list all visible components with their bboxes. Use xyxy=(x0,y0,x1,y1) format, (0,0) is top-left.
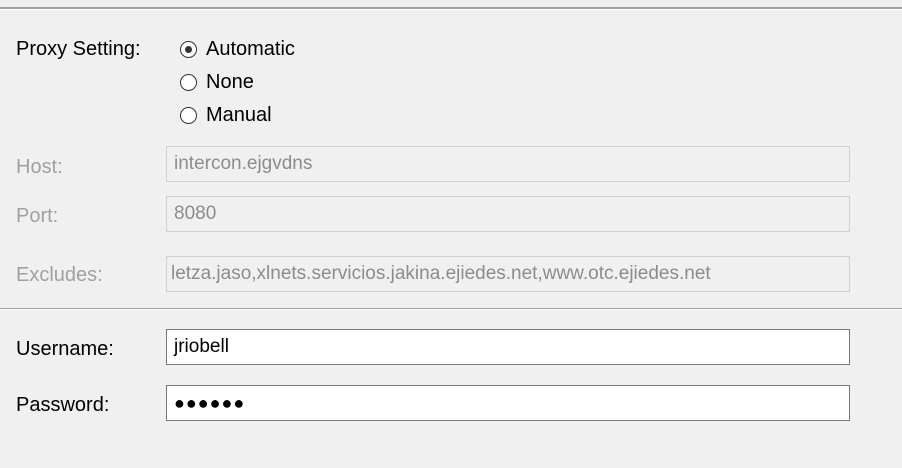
radio-automatic-label: Automatic xyxy=(206,38,295,60)
username-label: Username: xyxy=(16,338,114,360)
radio-none-label: None xyxy=(206,71,254,93)
excludes-label: Excludes: xyxy=(16,264,103,286)
top-separator xyxy=(0,7,902,10)
credentials-separator xyxy=(0,308,902,310)
radio-automatic-circle[interactable] xyxy=(180,41,197,58)
proxy-setting-label: Proxy Setting: xyxy=(16,38,141,60)
password-field[interactable]: ●●●●●● xyxy=(166,385,850,421)
radio-automatic[interactable]: Automatic xyxy=(180,38,295,61)
host-label: Host: xyxy=(16,156,63,178)
password-label: Password: xyxy=(16,394,110,416)
username-field[interactable]: jriobell xyxy=(166,329,850,365)
radio-none[interactable]: None xyxy=(180,71,254,94)
radio-manual-label: Manual xyxy=(206,104,272,126)
radio-manual[interactable]: Manual xyxy=(180,104,272,127)
excludes-field[interactable]: letza.jaso,xlnets.servicios.jakina.ejied… xyxy=(166,256,850,292)
host-field[interactable]: intercon.ejgvdns xyxy=(166,146,850,182)
port-label: Port: xyxy=(16,205,59,227)
radio-manual-circle[interactable] xyxy=(180,107,197,124)
proxy-settings-panel: Proxy Setting: Automatic None Manual Hos… xyxy=(0,0,902,468)
radio-none-circle[interactable] xyxy=(180,74,197,91)
excludes-value: letza.jaso,xlnets.servicios.jakina.ejied… xyxy=(171,263,711,284)
port-field[interactable]: 8080 xyxy=(166,196,850,232)
